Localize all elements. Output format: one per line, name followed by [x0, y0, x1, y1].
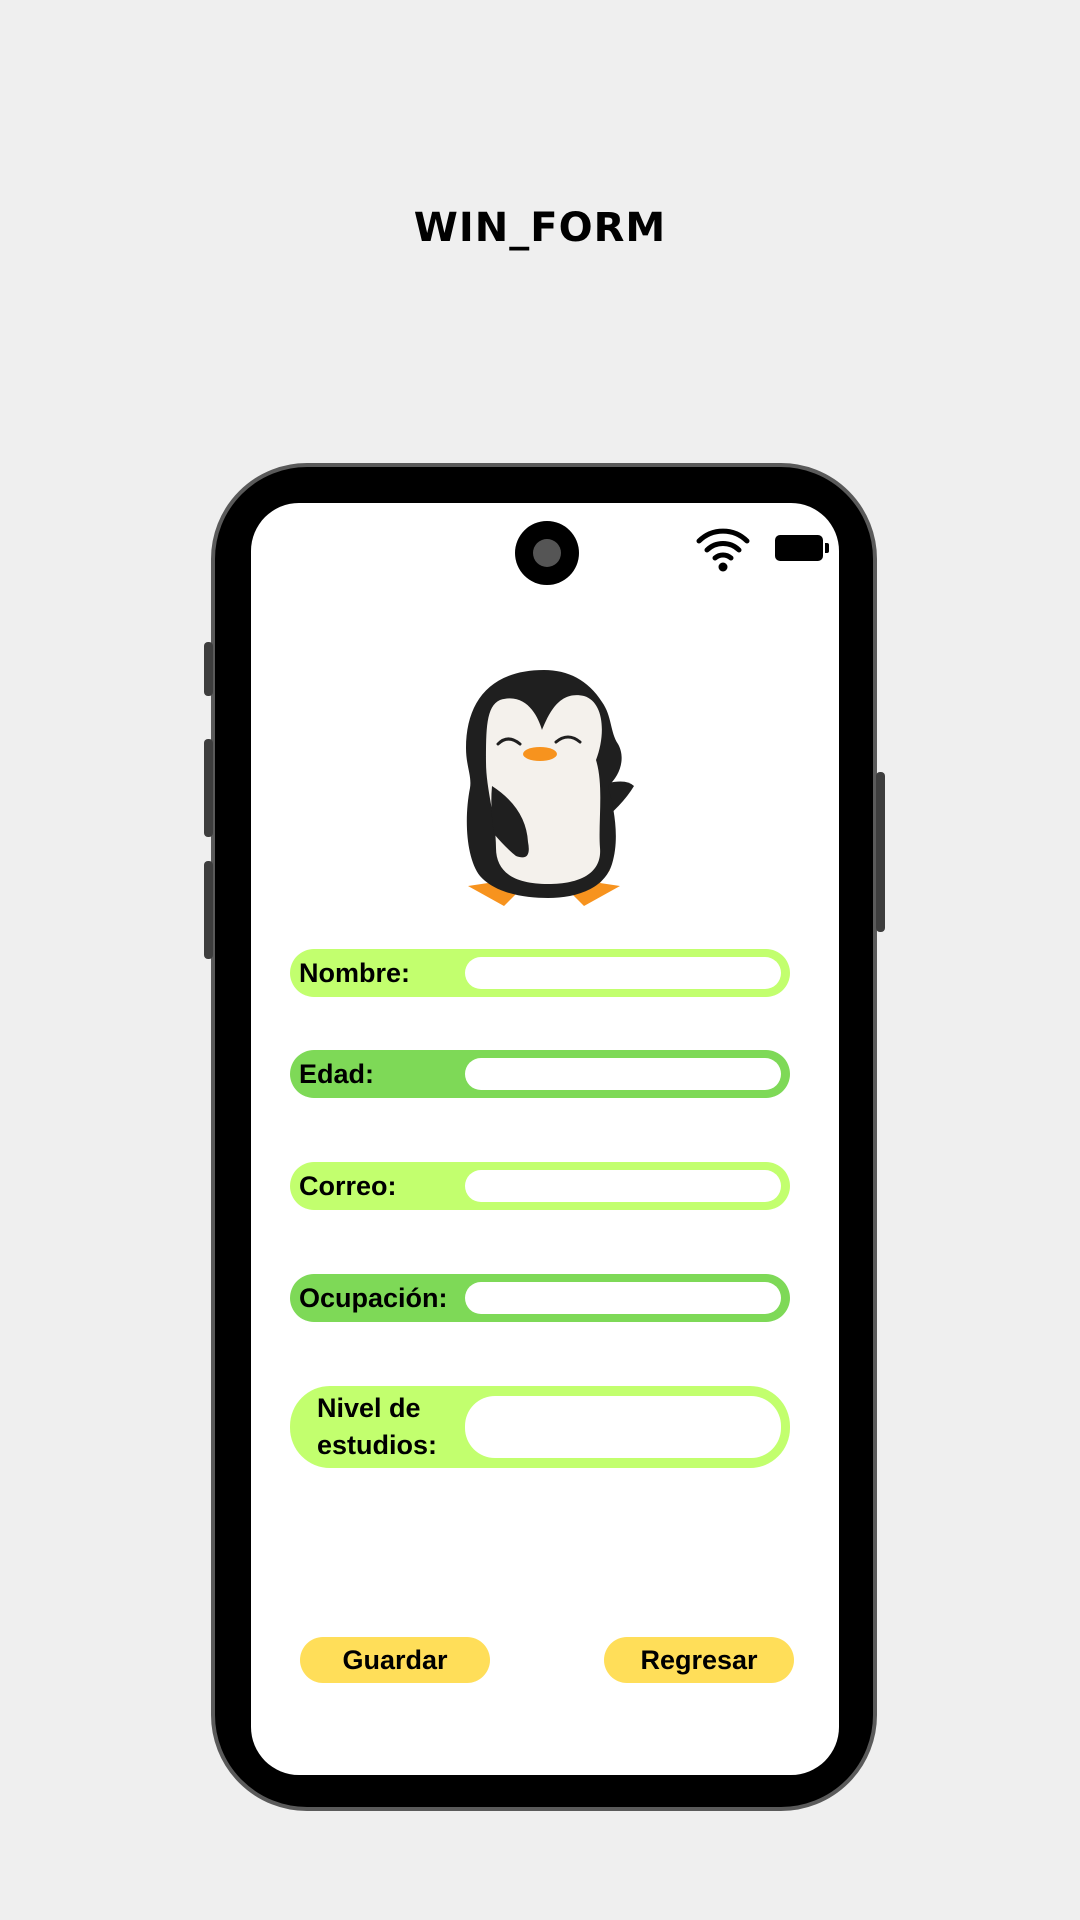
education-field-row: Nivel de estudios:: [290, 1386, 790, 1468]
education-label: Nivel de estudios:: [317, 1393, 438, 1460]
battery-icon: [775, 535, 829, 561]
camera-lens: [533, 539, 561, 567]
name-label: Nombre:: [299, 958, 411, 988]
power-button: [876, 772, 885, 932]
wifi-icon: [696, 528, 750, 572]
email-label: Correo:: [299, 1171, 397, 1201]
occupation-input[interactable]: [465, 1282, 781, 1314]
phone-screen: Nombre: Edad: Correo: Ocupación: Nivel d…: [251, 503, 839, 1775]
volume-down-button: [204, 861, 213, 959]
penguin-icon: [466, 670, 634, 906]
name-field-row: Nombre:: [290, 949, 790, 997]
occupation-field-row: Ocupación:: [290, 1274, 790, 1322]
front-camera: [515, 521, 579, 585]
age-field-row: Edad:: [290, 1050, 790, 1098]
name-input[interactable]: [465, 957, 781, 989]
page-title: WIN_FORM: [413, 205, 667, 251]
occupation-label: Ocupación:: [299, 1283, 448, 1313]
back-button[interactable]: Regresar: [604, 1637, 794, 1683]
age-label: Edad:: [299, 1059, 375, 1089]
email-input[interactable]: [465, 1170, 781, 1202]
email-field-row: Correo:: [290, 1162, 790, 1210]
age-input[interactable]: [465, 1058, 781, 1090]
education-input[interactable]: [465, 1396, 781, 1458]
volume-up-button: [204, 739, 213, 837]
phone-side-button: [204, 642, 213, 696]
save-button[interactable]: Guardar: [300, 1637, 490, 1683]
